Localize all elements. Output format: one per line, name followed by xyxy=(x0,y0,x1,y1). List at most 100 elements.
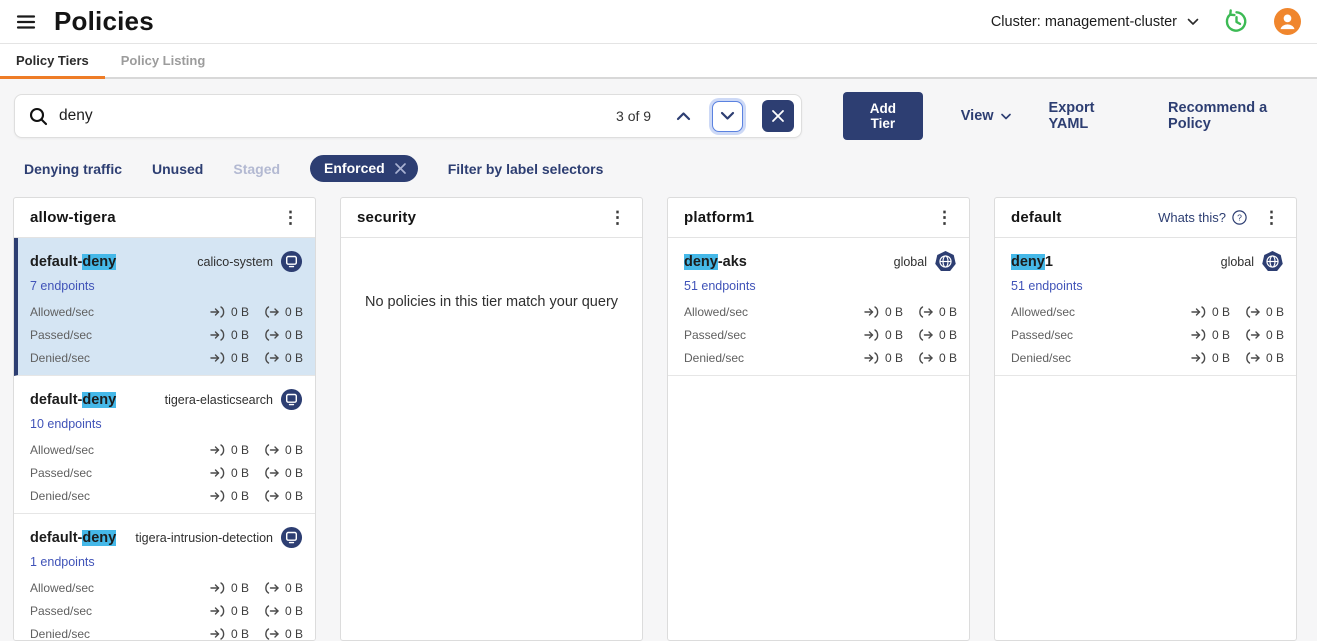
search-box: 3 of 9 xyxy=(14,94,802,138)
filter-unused[interactable]: Unused xyxy=(152,161,203,177)
history-icon[interactable] xyxy=(1223,8,1250,35)
recommend-policy-button[interactable]: Recommend a Policy xyxy=(1168,100,1301,132)
stat-row: Denied/sec 0 B 0 B xyxy=(30,622,303,641)
search-next-button[interactable] xyxy=(712,101,743,132)
tab-policy-listing[interactable]: Policy Listing xyxy=(105,44,222,77)
endpoints-link[interactable]: 51 endpoints xyxy=(684,279,756,293)
stat-row: Denied/sec 0 B 0 B xyxy=(30,346,303,369)
policy-scope: global xyxy=(894,250,957,273)
stat-label: Passed/sec xyxy=(684,328,746,342)
page-title: Policies xyxy=(54,6,154,37)
global-icon xyxy=(1261,250,1284,273)
search-match-highlight: deny xyxy=(82,254,116,270)
content-area: 3 of 9 Add Tier xyxy=(0,79,1317,641)
ingress-stat: 0 B xyxy=(864,351,903,365)
policy-card[interactable]: default-deny tigera-elasticsearch 10 end… xyxy=(14,376,315,514)
stat-label: Denied/sec xyxy=(30,489,90,503)
stat-value: 0 B xyxy=(1266,351,1284,365)
egress-stat: 0 B xyxy=(1245,305,1284,319)
stat-label: Allowed/sec xyxy=(30,443,94,457)
kebab-menu-icon[interactable]: ⋮ xyxy=(276,209,305,226)
global-icon xyxy=(934,250,957,273)
chevron-up-icon xyxy=(676,111,691,121)
policy-card[interactable]: deny-aks global 51 endpoints Allowed/sec… xyxy=(668,238,969,376)
stat-row: Allowed/sec 0 B 0 B xyxy=(1011,300,1284,323)
policy-card[interactable]: deny1 global 51 endpoints Allowed/sec 0 … xyxy=(995,238,1296,376)
policy-card[interactable]: default-deny calico-system 7 endpoints A… xyxy=(14,238,315,376)
egress-stat: 0 B xyxy=(264,627,303,641)
stat-value: 0 B xyxy=(1266,305,1284,319)
cluster-selector-label: Cluster: management-cluster xyxy=(991,14,1177,30)
egress-stat: 0 B xyxy=(264,305,303,319)
stat-row: Allowed/sec 0 B 0 B xyxy=(30,438,303,461)
tier-allow-tigera: allow-tigera ⋮ default-deny calico-syste… xyxy=(13,197,316,641)
stat-value: 0 B xyxy=(939,328,957,342)
egress-stat: 0 B xyxy=(918,328,957,342)
egress-icon xyxy=(264,306,280,318)
search-prev-button[interactable] xyxy=(669,102,697,130)
stat-row: Allowed/sec 0 B 0 B xyxy=(30,300,303,323)
stat-value: 0 B xyxy=(285,489,303,503)
tab-policy-tiers[interactable]: Policy Tiers xyxy=(0,44,105,77)
stat-value: 0 B xyxy=(1266,328,1284,342)
ingress-icon xyxy=(210,306,226,318)
egress-icon xyxy=(264,605,280,617)
search-icon xyxy=(28,106,49,127)
filter-enforced-pill[interactable]: Enforced xyxy=(310,155,418,182)
endpoints-link[interactable]: 7 endpoints xyxy=(30,279,95,293)
stat-value: 0 B xyxy=(885,305,903,319)
remove-filter-icon[interactable] xyxy=(394,162,407,175)
endpoints-link[interactable]: 51 endpoints xyxy=(1011,279,1083,293)
endpoints-link[interactable]: 1 endpoints xyxy=(30,555,95,569)
stat-label: Allowed/sec xyxy=(30,305,94,319)
empty-tier-message: No policies in this tier match your quer… xyxy=(341,294,642,310)
user-avatar-icon[interactable] xyxy=(1274,8,1301,35)
toolbar: 3 of 9 Add Tier xyxy=(0,92,1317,140)
cluster-selector[interactable]: Cluster: management-cluster xyxy=(991,14,1199,30)
egress-stat: 0 B xyxy=(264,328,303,342)
ingress-icon xyxy=(1191,306,1207,318)
stat-value: 0 B xyxy=(285,443,303,457)
search-match-counter: 3 of 9 xyxy=(616,108,651,124)
filter-staged[interactable]: Staged xyxy=(233,161,280,177)
stat-label: Denied/sec xyxy=(30,351,90,365)
endpoints-link[interactable]: 10 endpoints xyxy=(30,417,102,431)
hamburger-menu-icon[interactable] xyxy=(14,10,38,34)
add-tier-button[interactable]: Add Tier xyxy=(843,92,923,140)
egress-icon xyxy=(264,444,280,456)
policy-name: deny-aks xyxy=(684,254,747,270)
kebab-menu-icon[interactable]: ⋮ xyxy=(1257,209,1286,226)
ingress-icon xyxy=(210,329,226,341)
stat-row: Allowed/sec 0 B 0 B xyxy=(684,300,957,323)
ingress-stat: 0 B xyxy=(864,328,903,342)
view-dropdown[interactable]: View xyxy=(961,108,1011,124)
export-yaml-button[interactable]: Export YAML xyxy=(1049,100,1131,132)
stat-label: Passed/sec xyxy=(1011,328,1073,342)
search-input[interactable] xyxy=(59,107,606,125)
kebab-menu-icon[interactable]: ⋮ xyxy=(603,209,632,226)
ingress-stat: 0 B xyxy=(210,351,249,365)
tier-name: platform1 xyxy=(684,209,754,226)
tab-bar: Policy Tiers Policy Listing xyxy=(0,44,1317,79)
namespace-icon xyxy=(280,250,303,273)
stat-value: 0 B xyxy=(231,443,249,457)
top-bar: Policies Cluster: management-cluster xyxy=(0,0,1317,44)
help-icon: ? xyxy=(1232,210,1247,225)
egress-stat: 0 B xyxy=(918,351,957,365)
tier-header: platform1 ⋮ xyxy=(668,198,969,238)
search-close-button[interactable] xyxy=(762,100,794,132)
tier-name: security xyxy=(357,209,416,226)
ingress-stat: 0 B xyxy=(210,604,249,618)
egress-stat: 0 B xyxy=(264,581,303,595)
filter-by-label-selectors[interactable]: Filter by label selectors xyxy=(448,161,604,177)
kebab-menu-icon[interactable]: ⋮ xyxy=(930,209,959,226)
stat-value: 0 B xyxy=(285,305,303,319)
filter-denying-traffic[interactable]: Denying traffic xyxy=(24,161,122,177)
stat-label: Allowed/sec xyxy=(684,305,748,319)
egress-icon xyxy=(918,329,934,341)
stat-value: 0 B xyxy=(285,466,303,480)
whats-this-link[interactable]: Whats this? ? xyxy=(1158,210,1247,225)
policy-card[interactable]: default-deny tigera-intrusion-detection … xyxy=(14,514,315,641)
ingress-icon xyxy=(210,490,226,502)
search-match-highlight: deny xyxy=(684,254,718,270)
